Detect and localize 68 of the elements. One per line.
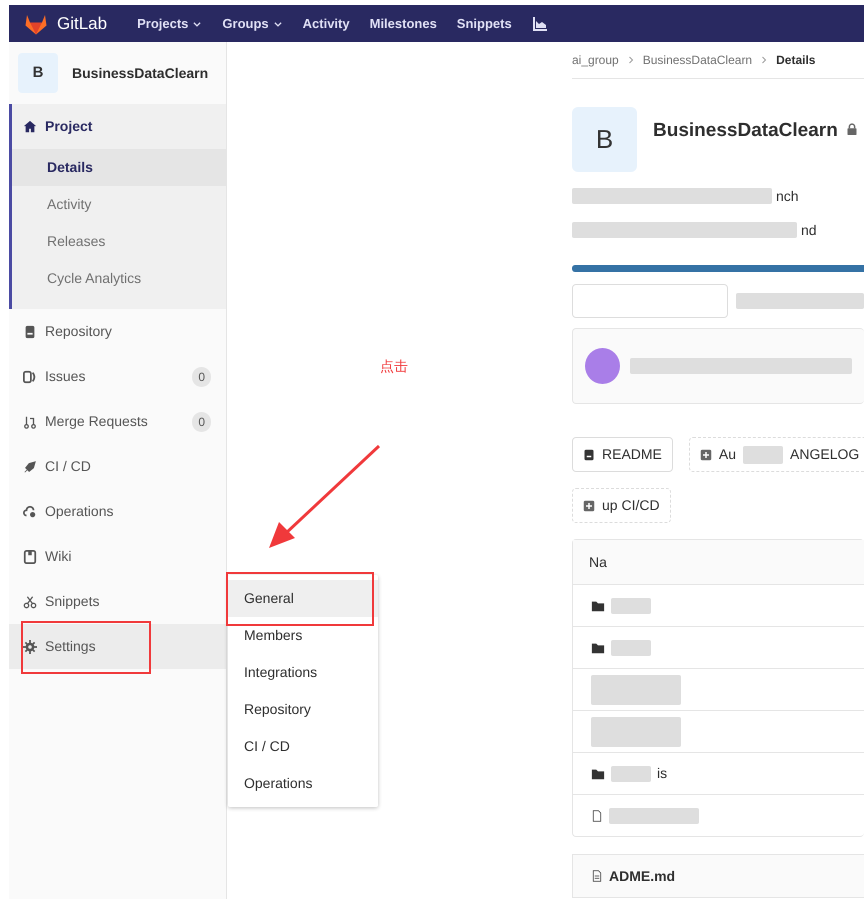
sidebar-item[interactable]: Wiki (9, 534, 226, 579)
redaction-block (611, 640, 651, 656)
menu-item[interactable]: CI / CD (228, 728, 378, 765)
menu-item[interactable]: Members (228, 617, 378, 654)
sidebar-subitem[interactable]: Details (12, 149, 226, 186)
nav-link[interactable]: Snippets (446, 14, 522, 34)
redaction-block (611, 598, 651, 614)
chevron-right-icon (626, 56, 635, 64)
nav-link[interactable]: Activity (292, 14, 360, 34)
annotation-text: 点击 (380, 357, 408, 376)
clone-url-field[interactable] (572, 284, 728, 318)
file-name[interactable]: is (657, 763, 668, 784)
rocket-icon (23, 460, 37, 474)
redaction-block (611, 766, 651, 782)
count-badge: 0 (192, 412, 211, 432)
merge-request-icon (23, 414, 37, 428)
sidebar-item[interactable]: CI / CD (9, 444, 226, 489)
menu-item[interactable]: Repository (228, 691, 378, 728)
settings-icon (23, 640, 37, 654)
breadcrumb-link[interactable]: Details (776, 51, 816, 69)
text-fragment: nd (801, 220, 817, 240)
nav-link[interactable]: Groups (212, 14, 293, 34)
scissors-icon (23, 594, 37, 608)
folder-icon (591, 598, 605, 612)
breadcrumb-link[interactable]: BusinessDataClearn (642, 51, 752, 69)
breadcrumb-link[interactable]: ai_group (572, 51, 619, 69)
user-avatar (585, 348, 620, 384)
action-button[interactable]: up CI/CD (572, 488, 671, 523)
sidebar-item[interactable]: Operations (9, 489, 226, 534)
project-avatar: B (18, 53, 58, 93)
file-icon (591, 808, 603, 822)
cloud-gear-icon (23, 504, 37, 518)
sidebar-item[interactable]: Merge Requests 0 (9, 399, 226, 444)
file-icon (591, 869, 603, 883)
folder-icon (591, 640, 605, 654)
action-button[interactable]: README (572, 437, 673, 472)
column-header: Na (589, 552, 607, 572)
document-icon (583, 448, 595, 462)
action-button[interactable]: Au ANGELOG (688, 437, 864, 472)
menu-item[interactable]: General (228, 580, 378, 617)
project-avatar: B (572, 107, 637, 172)
sidebar-subitem[interactable]: Cycle Analytics (12, 260, 226, 297)
folder-icon (591, 766, 605, 780)
readme-title: ADME.md (609, 866, 676, 886)
menu-item[interactable]: Integrations (228, 654, 378, 691)
issues-icon (23, 370, 37, 384)
sidebar-item[interactable]: Settings (9, 624, 226, 669)
home-icon (23, 120, 37, 134)
sidebar-subitem[interactable]: Activity (12, 186, 226, 223)
sidebar-item[interactable]: Project (12, 104, 226, 149)
document-icon (23, 324, 37, 338)
project-title: BusinessDataClearn (653, 119, 838, 143)
book-icon (23, 550, 37, 564)
plus-square-icon (700, 448, 712, 460)
text-fragment: nch (776, 186, 799, 206)
count-badge: 0 (192, 366, 211, 386)
sidebar-item[interactable]: Snippets (9, 579, 226, 624)
sidebar-subitem[interactable]: Releases (12, 223, 226, 260)
project-name[interactable]: BusinessDataClearn (72, 62, 208, 84)
nav-link[interactable]: Projects (127, 14, 212, 34)
sidebar-item[interactable]: Issues 0 (9, 354, 226, 399)
nav-link[interactable]: Milestones (360, 14, 447, 34)
brand-name[interactable]: GitLab (57, 10, 108, 36)
menu-item[interactable]: Operations (228, 765, 378, 802)
plus-square-icon (583, 500, 595, 512)
sidebar-item[interactable]: Repository (9, 309, 226, 354)
chart-icon[interactable] (532, 16, 548, 32)
chevron-right-icon (760, 56, 768, 64)
